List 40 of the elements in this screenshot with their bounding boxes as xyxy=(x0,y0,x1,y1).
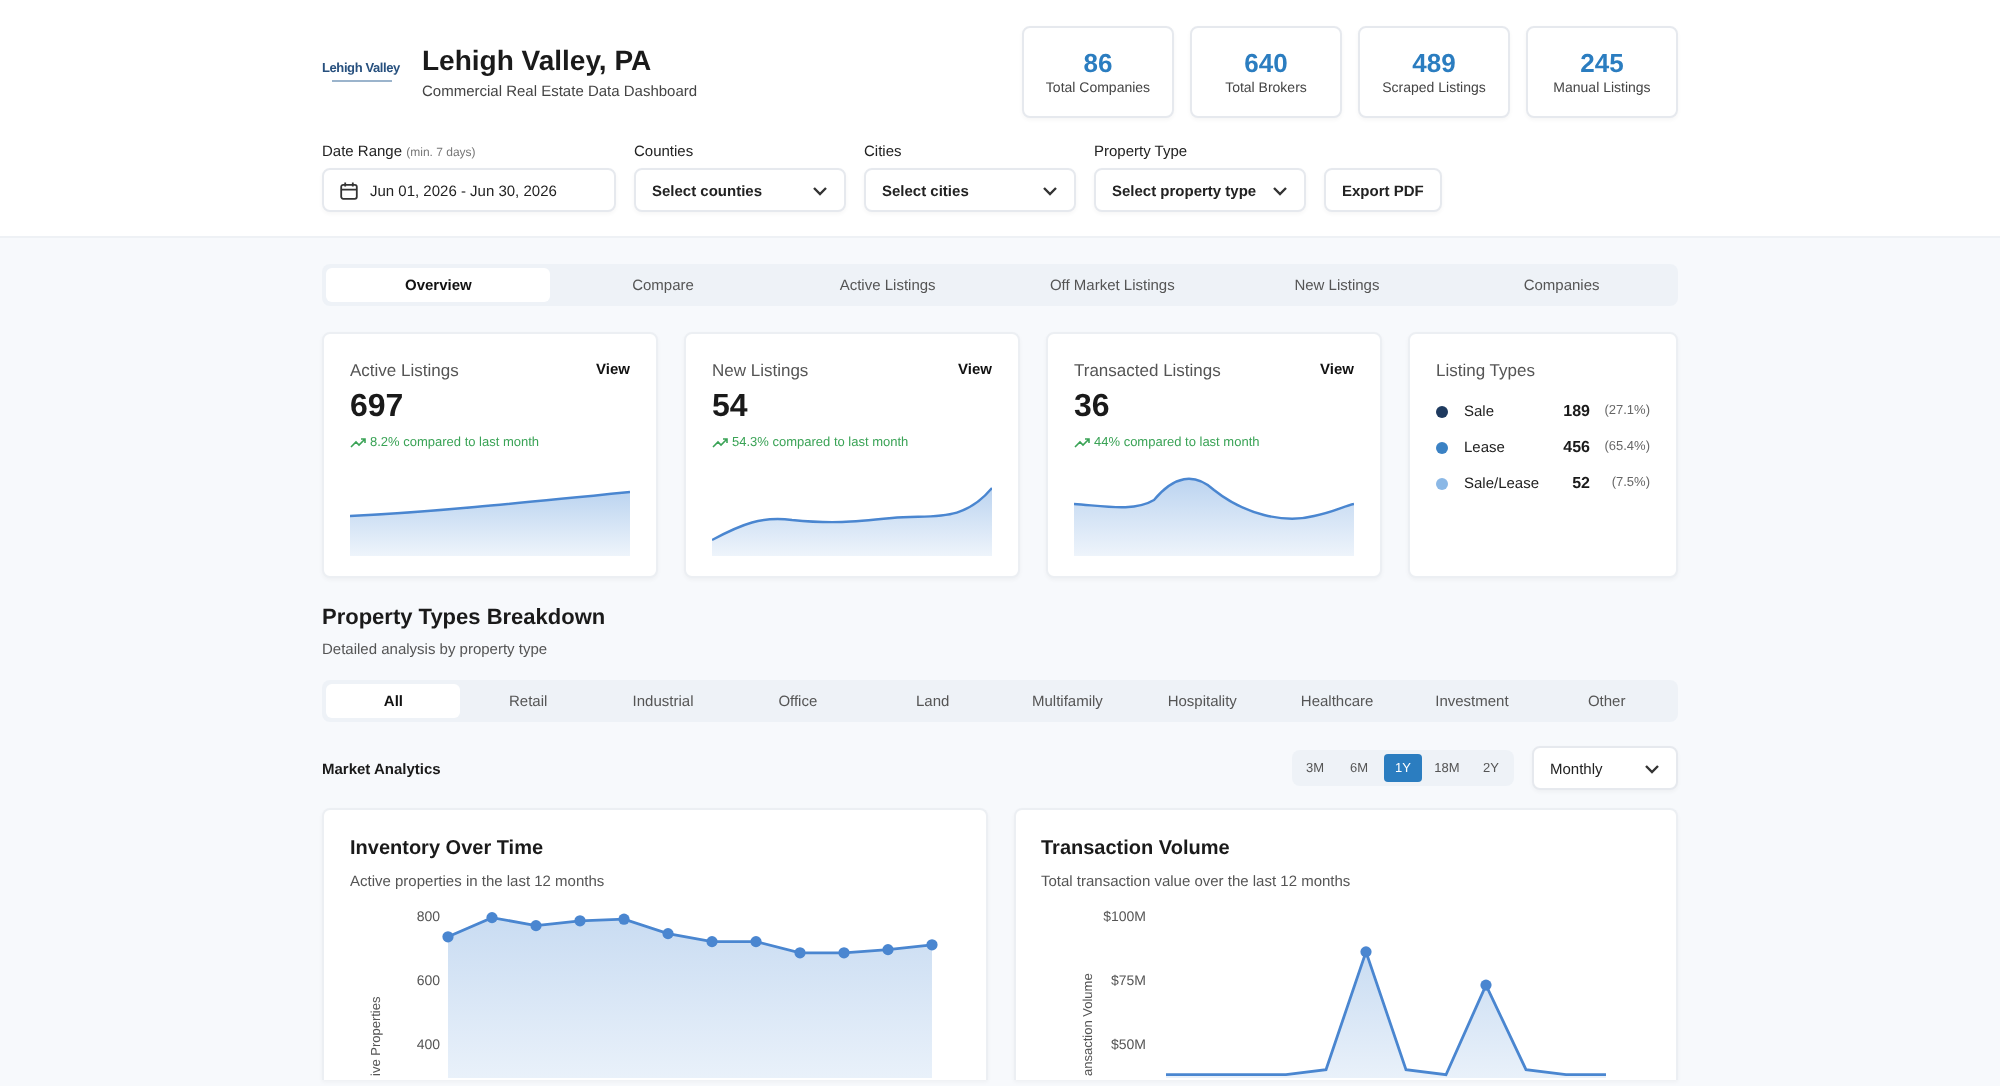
chevron-down-icon xyxy=(1644,763,1660,773)
data-point xyxy=(926,939,938,951)
data-point xyxy=(1359,946,1371,958)
calendar-icon xyxy=(340,181,358,199)
chevron-down-icon xyxy=(1272,185,1288,195)
data-point xyxy=(750,936,762,948)
data-point xyxy=(882,944,894,956)
data-point xyxy=(838,947,850,959)
data-point xyxy=(662,928,674,940)
legend-count: 456 xyxy=(1563,438,1590,456)
card-title: Listing Types xyxy=(1436,360,1537,380)
page-title: Lehigh Valley, PA xyxy=(422,44,654,76)
chevron-down-icon xyxy=(1042,185,1058,195)
data-point xyxy=(706,936,718,948)
metric-value: 54 xyxy=(712,390,750,426)
section-title: Property Types Breakdown xyxy=(322,606,608,630)
chart-title: Transaction Volume xyxy=(1041,838,1232,860)
stat-value: 86 xyxy=(1083,48,1113,78)
stat-value: 489 xyxy=(1412,48,1456,78)
stat-value: 245 xyxy=(1580,48,1624,78)
trend-up-icon xyxy=(712,436,728,450)
card-title: New Listings xyxy=(712,360,809,380)
legend-count: 189 xyxy=(1563,402,1590,420)
data-point xyxy=(530,920,542,932)
chart-title: Inventory Over Time xyxy=(350,838,546,860)
chevron-down-icon xyxy=(812,185,828,195)
data-point xyxy=(794,947,806,959)
card-title: Active Listings xyxy=(350,360,459,380)
card-title: Transacted Listings xyxy=(1074,360,1221,380)
legend-count: 52 xyxy=(1572,474,1590,492)
metric-value: 697 xyxy=(350,390,406,426)
metric-value: 36 xyxy=(1074,390,1112,426)
data-point xyxy=(618,913,630,925)
data-point xyxy=(442,931,454,943)
trend-up-icon xyxy=(1074,436,1090,450)
stat-value: 640 xyxy=(1244,48,1288,78)
data-point xyxy=(574,915,586,927)
data-point xyxy=(486,912,498,924)
data-point xyxy=(1479,979,1491,991)
trend-up-icon xyxy=(350,436,366,450)
